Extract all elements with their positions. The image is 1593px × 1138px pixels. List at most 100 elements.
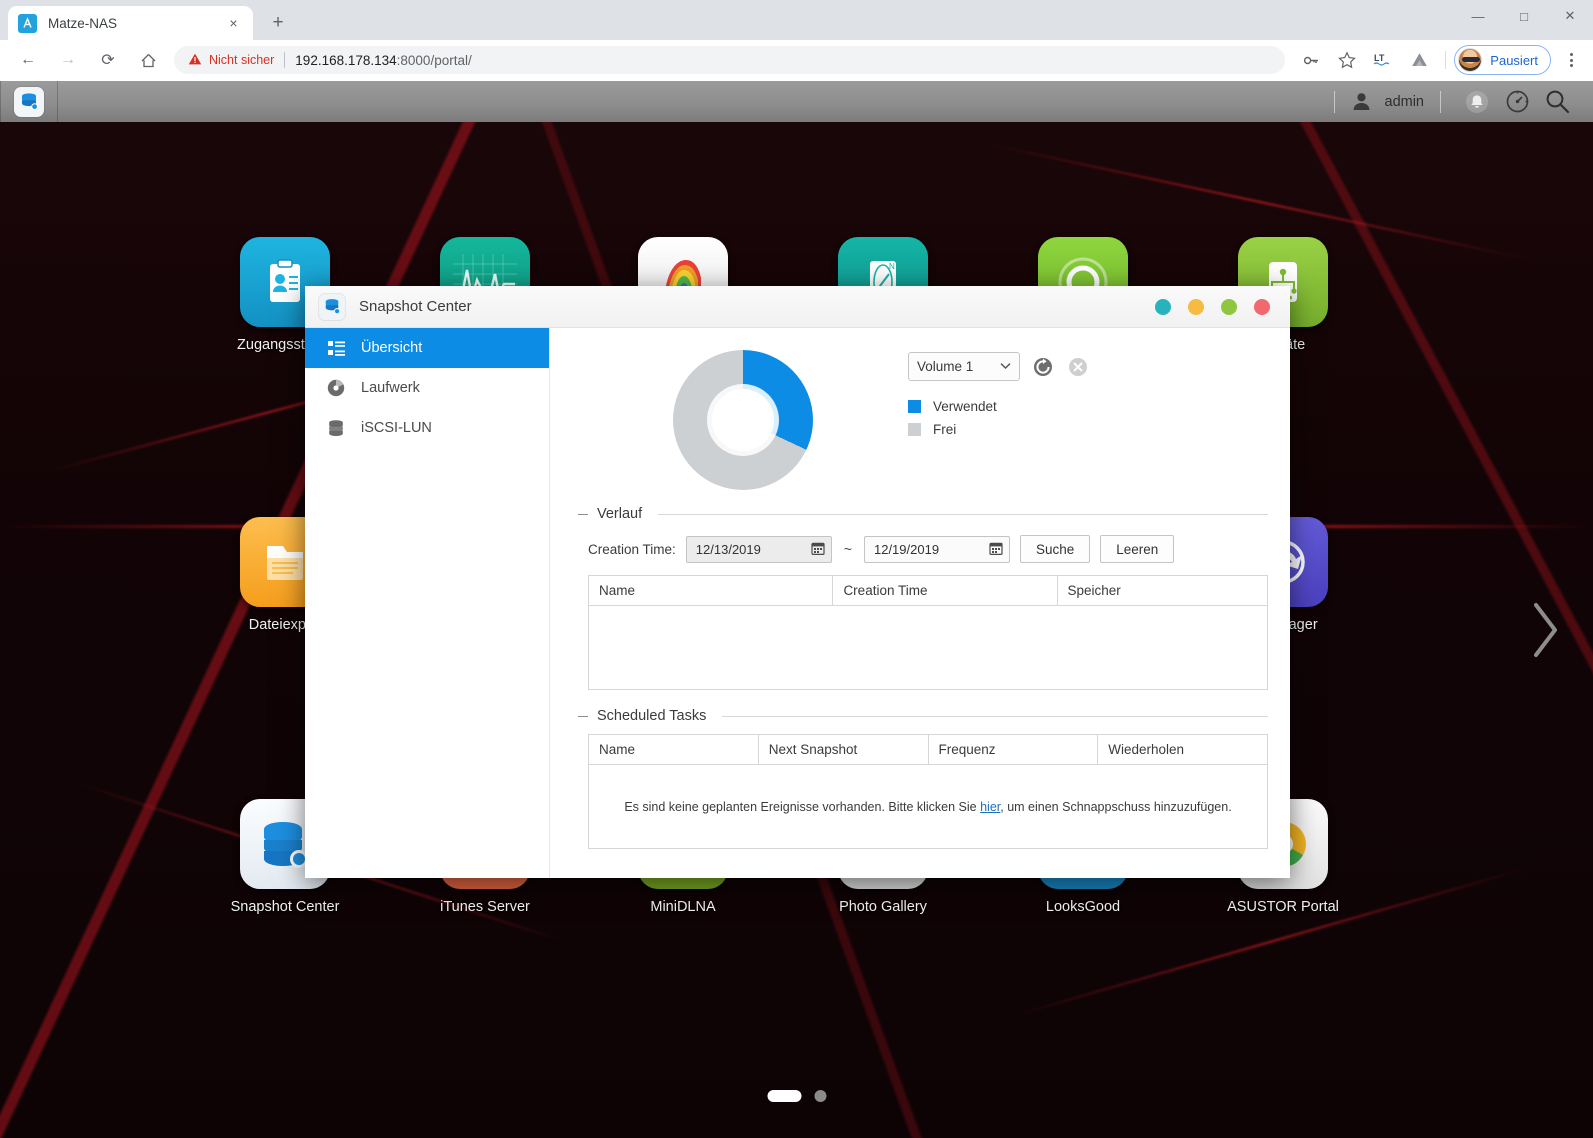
next-page-arrow-icon[interactable] xyxy=(1525,595,1565,665)
screen: Matze-NAS × + — □ ✕ ← → ⟳ Nicht sicher 1… xyxy=(0,0,1593,1138)
column-header-speicher[interactable]: Speicher xyxy=(1057,575,1268,606)
pager-page-1[interactable] xyxy=(767,1090,801,1102)
password-key-icon[interactable] xyxy=(1297,46,1325,74)
collapse-icon[interactable] xyxy=(578,513,588,515)
taskbar-divider xyxy=(57,81,58,122)
snapshot-center-icon xyxy=(319,293,345,320)
legend-label: Verwendet xyxy=(933,399,997,414)
volume-select-value: Volume 1 xyxy=(917,359,974,374)
range-separator: ~ xyxy=(843,541,852,557)
asustor-logo-icon xyxy=(18,13,37,33)
nas-topbar: admin xyxy=(0,81,1593,122)
column-header-wiederholen[interactable]: Wiederholen xyxy=(1097,734,1268,765)
address-bar[interactable]: Nicht sicher 192.168.178.134:8000/portal… xyxy=(174,46,1286,74)
chrome-menu-icon[interactable] xyxy=(1557,46,1585,74)
browser-tab[interactable]: Matze-NAS × xyxy=(8,6,253,40)
url-text: 192.168.178.134:8000/portal/ xyxy=(295,52,472,68)
app-label: iTunes Server xyxy=(440,899,530,915)
column-header-name[interactable]: Name xyxy=(588,734,759,765)
empty-prefix: Es sind keine geplanten Ereignisse vorha… xyxy=(624,799,981,814)
taskbar-item-snapshot-center[interactable] xyxy=(1,81,57,122)
column-header-creation-time[interactable]: Creation Time xyxy=(832,575,1058,606)
chart-legend: Verwendet Frei xyxy=(908,399,1090,437)
google-drive-extension-icon[interactable] xyxy=(1405,46,1433,74)
scheduled-tasks-title: Scheduled Tasks xyxy=(597,708,707,724)
calendar-icon[interactable] xyxy=(989,541,1003,558)
table-empty-row xyxy=(589,606,1268,690)
back-icon[interactable]: ← xyxy=(13,45,43,75)
system-monitor-icon[interactable] xyxy=(1497,81,1537,122)
home-icon[interactable] xyxy=(133,45,163,75)
sidebar-item-uebersicht[interactable]: Übersicht xyxy=(305,328,549,368)
forward-icon[interactable]: → xyxy=(53,45,83,75)
maximize-dot[interactable] xyxy=(1221,298,1237,315)
app-label: ASUSTOR Portal xyxy=(1227,899,1339,915)
new-tab-button[interactable]: + xyxy=(263,8,293,38)
maximize-window-button[interactable]: □ xyxy=(1501,0,1547,32)
verlauf-section: Verlauf Creation Time: 12/13/2019 ~ 12/1… xyxy=(578,506,1268,690)
storage-donut-chart xyxy=(673,350,813,490)
volume-select[interactable]: Volume 1 xyxy=(908,352,1020,381)
sidebar-item-laufwerk[interactable]: Laufwerk xyxy=(305,368,549,408)
legend-swatch-frei xyxy=(908,423,921,436)
scheduled-empty-cell: Es sind keine geplanten Ereignisse vorha… xyxy=(589,765,1268,849)
search-icon[interactable] xyxy=(1537,81,1577,122)
empty-suffix: , um einen Schnappschuss hinzuzufügen. xyxy=(1000,799,1232,814)
browser-tab-strip: Matze-NAS × + — □ ✕ xyxy=(0,0,1593,40)
date-from-input[interactable]: 12/13/2019 xyxy=(685,535,832,563)
reload-icon[interactable]: ⟳ xyxy=(93,45,123,75)
app-label: MiniDLNA xyxy=(650,899,716,915)
window-body: Übersicht Laufwerk iSCSI-LUN Volume 1 Ve… xyxy=(305,328,1290,878)
clear-button[interactable]: Leeren xyxy=(1100,535,1175,563)
app-label: LooksGood xyxy=(1045,899,1121,915)
minimize-window-button[interactable]: — xyxy=(1455,0,1501,32)
refresh-icon[interactable] xyxy=(1031,355,1055,379)
delete-icon[interactable] xyxy=(1066,355,1090,379)
verlauf-header: Verlauf xyxy=(578,506,1268,522)
date-from-value: 12/13/2019 xyxy=(695,541,761,557)
disk-pie-icon xyxy=(325,377,347,399)
add-snapshot-link[interactable]: hier xyxy=(980,800,1000,814)
bookmark-star-icon[interactable] xyxy=(1333,46,1361,74)
chart-side-panel: Volume 1 Verwendet Frei xyxy=(908,346,1090,445)
user-avatar-icon xyxy=(1351,91,1373,113)
svg-text:N: N xyxy=(889,262,895,271)
legend-item: Frei xyxy=(908,422,1090,437)
omnibox-divider xyxy=(284,52,286,68)
desktop-pager xyxy=(767,1090,826,1102)
column-header-name[interactable]: Name xyxy=(588,575,834,606)
topbar-divider xyxy=(1333,90,1335,113)
donut-chart-wrapper xyxy=(578,346,908,490)
collapse-icon[interactable] xyxy=(578,715,588,717)
avatar xyxy=(1458,48,1483,72)
calendar-icon[interactable] xyxy=(811,541,825,558)
nas-username: admin xyxy=(1384,93,1425,110)
pager-page-2[interactable] xyxy=(814,1090,826,1102)
notification-bell-icon[interactable] xyxy=(1457,81,1497,122)
minimize-dot[interactable] xyxy=(1155,298,1171,315)
profile-button[interactable]: Pausiert xyxy=(1454,45,1551,75)
close-tab-icon[interactable]: × xyxy=(224,14,243,33)
column-header-next-snapshot[interactable]: Next Snapshot xyxy=(758,734,929,765)
section-rule xyxy=(722,715,1268,717)
column-header-frequenz[interactable]: Frequenz xyxy=(928,734,1099,765)
search-button[interactable]: Suche xyxy=(1019,535,1091,563)
date-to-value: 12/19/2019 xyxy=(873,541,940,557)
close-window-button[interactable]: ✕ xyxy=(1547,0,1593,32)
table-header-row: Name Creation Time Speicher xyxy=(588,575,1268,606)
languagetool-extension-icon[interactable]: LT xyxy=(1369,46,1397,74)
security-status[interactable]: Nicht sicher xyxy=(188,52,274,68)
overview-grid-icon xyxy=(325,337,347,359)
window-main: Volume 1 Verwendet Frei Verlauf Creation… xyxy=(550,328,1290,878)
verlauf-table: Name Creation Time Speicher xyxy=(588,575,1268,690)
date-to-input[interactable]: 12/19/2019 xyxy=(863,535,1010,563)
restore-dot[interactable] xyxy=(1188,298,1204,315)
svg-text:LT: LT xyxy=(1374,53,1385,63)
close-dot[interactable] xyxy=(1254,298,1270,315)
volume-controls: Volume 1 xyxy=(908,352,1090,381)
sidebar-item-iscsi-lun[interactable]: iSCSI-LUN xyxy=(305,408,549,448)
not-secure-label: Nicht sicher xyxy=(209,53,275,67)
window-titlebar[interactable]: Snapshot Center xyxy=(305,286,1290,328)
legend-item: Verwendet xyxy=(908,399,1090,414)
app-label: Photo Gallery xyxy=(839,899,927,915)
